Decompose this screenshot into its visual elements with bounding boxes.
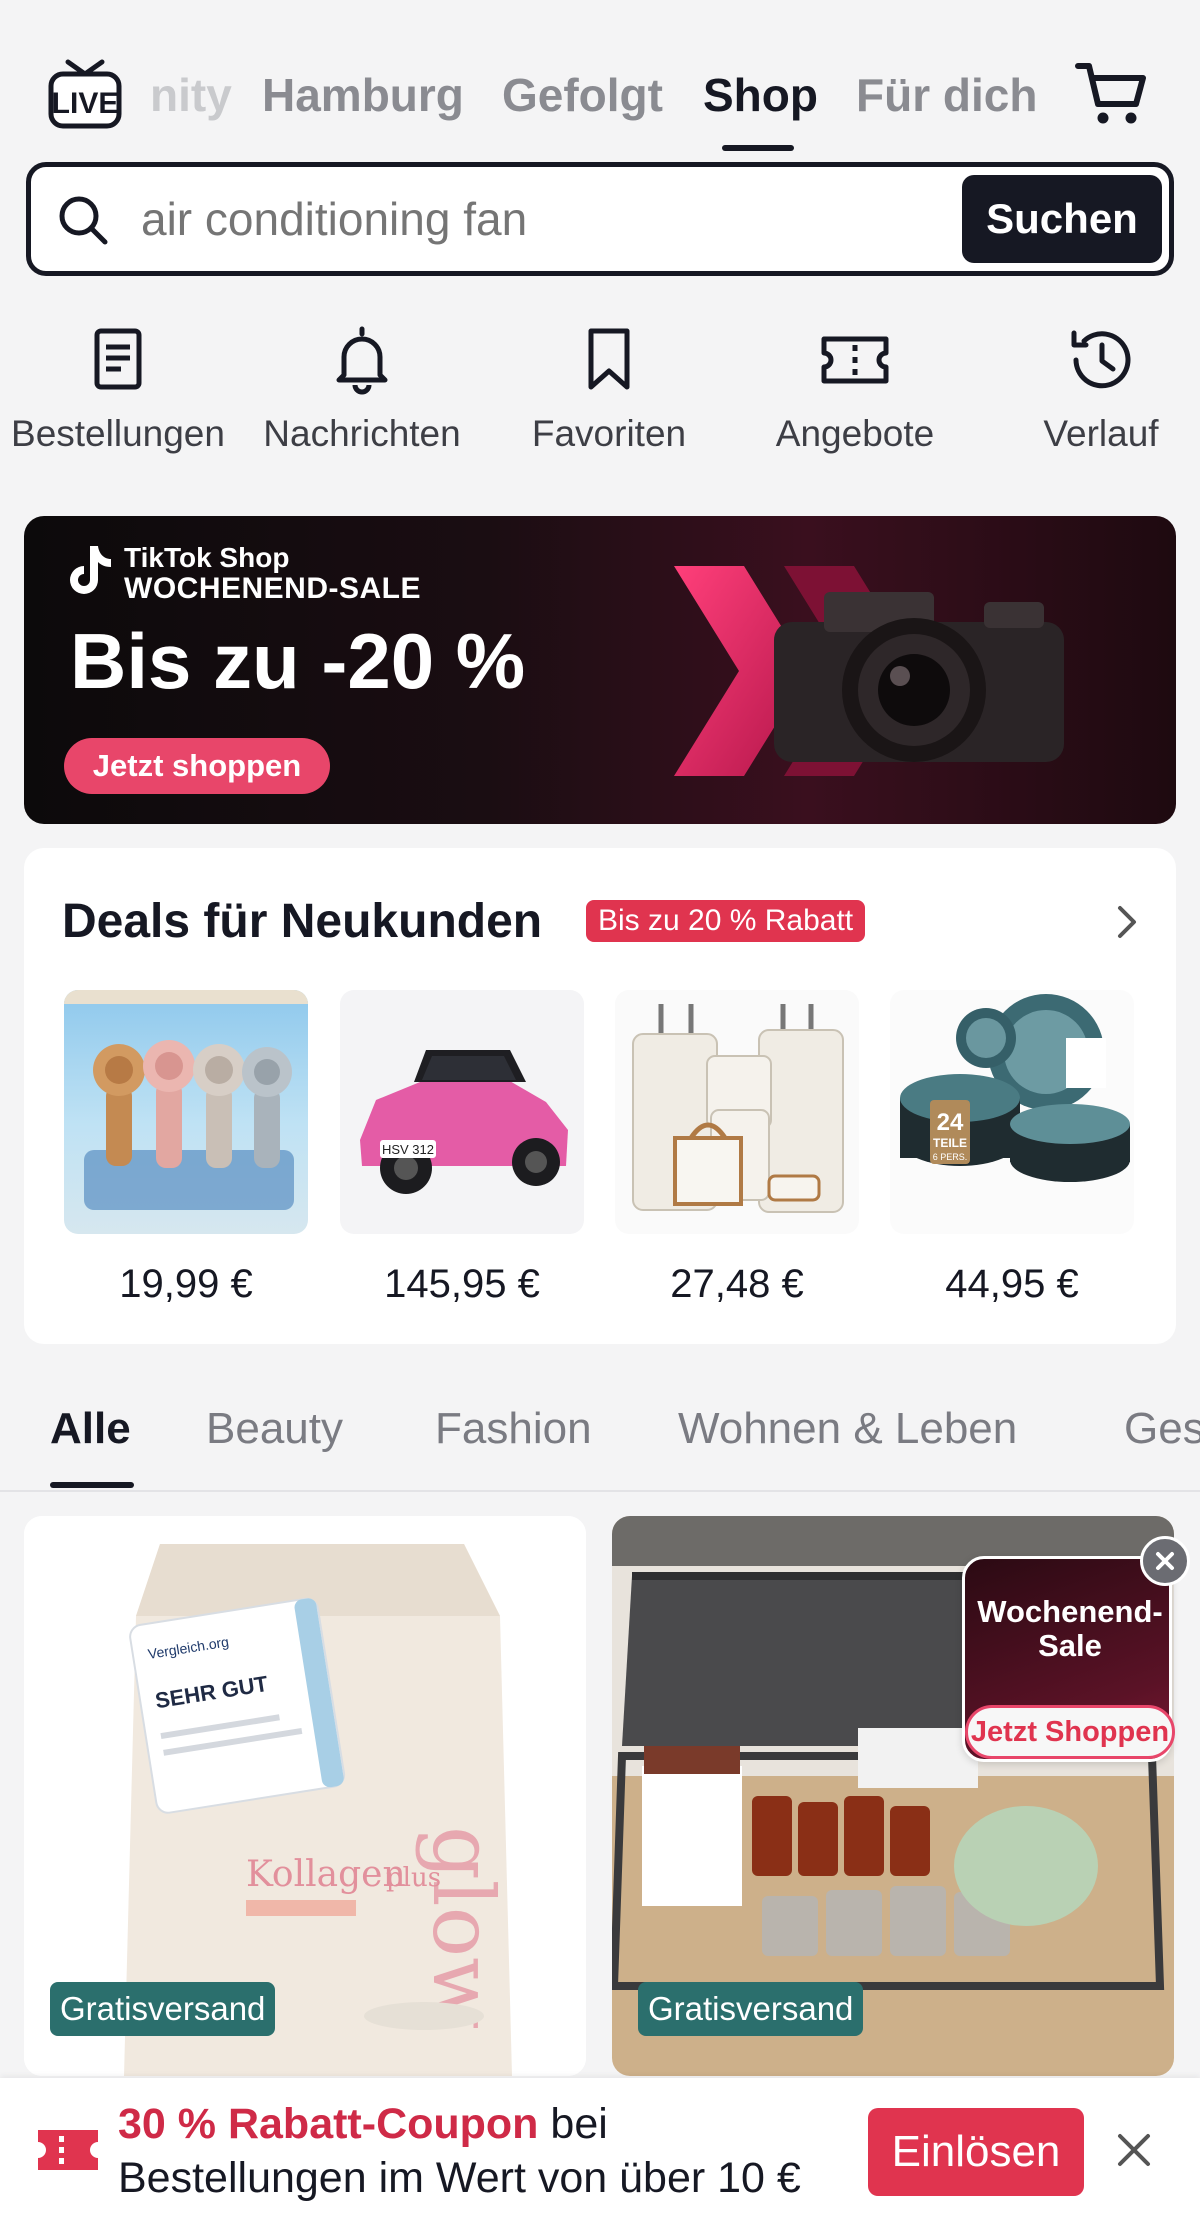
quick-action-label: Verlauf: [1043, 413, 1159, 454]
banner-brand: TikTok Shop WOCHENEND-SALE: [68, 542, 468, 612]
coupon-highlight: 30 % Rabatt-Coupon: [118, 2100, 539, 2148]
deal-item[interactable]: HSV 312 145,95 €: [340, 990, 584, 1307]
dinnerware-set-image: 24 TEILE 6 PERS.: [900, 994, 1130, 1182]
quick-action-label: Bestellungen: [11, 413, 225, 454]
chevron-right-icon[interactable]: [1110, 902, 1144, 942]
search-input[interactable]: [141, 189, 961, 249]
tab-alle[interactable]: Alle: [50, 1404, 131, 1454]
camera-icon: [774, 592, 1064, 762]
close-icon: [1156, 1552, 1174, 1570]
feed-tabs: nity Hamburg Gefolgt Shop Für dich: [0, 40, 1200, 160]
product-card[interactable]: glow Kollagen plus Vergleich.org SEHR GU…: [24, 1516, 586, 2076]
quick-action-label: Angebote: [775, 413, 935, 454]
promo-banner[interactable]: TikTok Shop WOCHENEND-SALE Bis zu -20 % …: [24, 516, 1176, 824]
popup-cta-label: Jetzt Shoppen: [970, 1715, 1170, 1748]
quick-action-history[interactable]: Verlauf: [981, 325, 1200, 455]
quick-action-label: Favoriten: [531, 413, 687, 454]
deal-price: 44,95 €: [945, 1262, 1079, 1306]
pack-product-text: Kollagen: [246, 1854, 406, 1895]
discount-badge: Bis zu 20 % Rabatt: [586, 900, 866, 942]
deal-price: 19,99 €: [119, 1262, 253, 1306]
persons-label-text: 6 PERS.: [933, 1152, 968, 1162]
coupon-text-line2: Bestellungen im Wert von über 10 €: [118, 2154, 801, 2202]
quick-action-offers[interactable]: Angebote: [735, 325, 975, 455]
banner-subtitle: WOCHENEND-SALE: [124, 572, 421, 605]
coupon-text-line1: 30 % Rabatt-Coupon bei: [118, 2100, 608, 2149]
deal-price: 27,48 €: [670, 1262, 804, 1306]
bookmark-icon: [588, 328, 630, 390]
quick-action-label: Nachrichten: [263, 413, 461, 454]
coupon-ticket-icon: [38, 2130, 98, 2170]
bell-icon: [336, 326, 388, 395]
pieces-count-text: 24: [937, 1109, 964, 1136]
pieces-label-text: TEILE: [933, 1136, 967, 1150]
deal-item[interactable]: 19,99 €: [64, 990, 308, 1307]
shopping-cart-icon[interactable]: [1074, 56, 1148, 130]
handheld-fan-image: [64, 990, 308, 1210]
tab-geschenke[interactable]: Ges: [1124, 1404, 1200, 1454]
pack-product-suffix-text: plus: [386, 1863, 441, 1893]
category-tabs: Alle Beauty Fashion Wohnen & Leben Ges: [0, 1380, 1200, 1492]
history-icon: [1071, 330, 1131, 389]
ride-on-car-image: HSV 312: [360, 1050, 568, 1194]
coupon-line1-rest: bei: [538, 2100, 608, 2148]
tab-wohnen-leben[interactable]: Wohnen & Leben: [678, 1404, 1017, 1454]
popup-title-line2: Sale: [1038, 1628, 1102, 1663]
free-shipping-badge: Gratisversand: [638, 1982, 864, 2036]
popup-close-button[interactable]: [1140, 1536, 1190, 1586]
close-icon[interactable]: [1112, 2128, 1156, 2172]
luggage-set-image: [632, 1004, 844, 1213]
active-tab-indicator: [722, 145, 794, 151]
top-navigation: LIVE nity Hamburg Gefolgt Shop Für dich: [0, 40, 1200, 160]
banner-headline: Bis zu -20 %: [70, 617, 526, 705]
tiktok-logo-icon: [70, 546, 111, 594]
quick-action-orders[interactable]: Bestellungen: [0, 325, 238, 455]
coupon-bar: 30 % Rabatt-Coupon bei Bestellungen im W…: [0, 2078, 1200, 2223]
weekend-sale-popup[interactable]: Wochenend- Sale Jetzt Shoppen: [962, 1556, 1175, 1762]
deal-item[interactable]: 24 TEILE 6 PERS. 44,95 €: [890, 990, 1134, 1307]
tab-community[interactable]: nity: [150, 68, 232, 122]
orders-icon: [94, 328, 142, 390]
search-bar: Suchen: [26, 162, 1174, 276]
deal-image-dinnerware: 24 TEILE 6 PERS.: [890, 990, 1134, 1234]
redeem-button[interactable]: Einlösen: [868, 2108, 1084, 2196]
deal-image-luggage: [615, 990, 859, 1234]
banner-brand-name: TikTok Shop: [124, 542, 290, 573]
quick-action-favorites[interactable]: Favoriten: [489, 325, 729, 455]
pack-brand-text: glow: [414, 1826, 512, 2029]
search-icon: [59, 196, 108, 245]
deal-price: 145,95 €: [384, 1262, 540, 1306]
tab-shop[interactable]: Shop: [703, 68, 818, 122]
quick-action-messages[interactable]: Nachrichten: [242, 325, 482, 455]
popup-title-line1: Wochenend-: [977, 1594, 1163, 1629]
free-shipping-badge: Gratisversand: [50, 1982, 276, 2036]
tab-fuer-dich[interactable]: Für dich: [856, 68, 1037, 122]
deal-item[interactable]: 27,48 €: [615, 990, 859, 1307]
ticket-icon: [821, 336, 889, 384]
search-button[interactable]: Suchen: [962, 175, 1162, 263]
quick-actions: Bestellungen Nachrichten Favoriten Angeb…: [0, 325, 1200, 475]
banner-shop-now-button[interactable]: Jetzt shoppen: [64, 738, 330, 794]
popup-shop-now-button[interactable]: Jetzt Shoppen: [965, 1705, 1175, 1759]
car-plate-text: HSV 312: [382, 1142, 434, 1157]
tab-beauty[interactable]: Beauty: [206, 1404, 343, 1454]
deal-image-fans: [64, 990, 308, 1234]
active-category-indicator: [50, 1482, 134, 1488]
deal-image-car: HSV 312: [340, 990, 584, 1234]
popup-title: Wochenend- Sale: [965, 1595, 1175, 1663]
tab-gefolgt[interactable]: Gefolgt: [502, 68, 663, 122]
deals-title: Deals für Neukunden: [62, 895, 543, 948]
new-customer-deals: Deals für Neukunden Bis zu 20 % Rabatt 1…: [24, 848, 1176, 1344]
tab-hamburg[interactable]: Hamburg: [262, 68, 464, 122]
tab-fashion[interactable]: Fashion: [435, 1404, 592, 1454]
